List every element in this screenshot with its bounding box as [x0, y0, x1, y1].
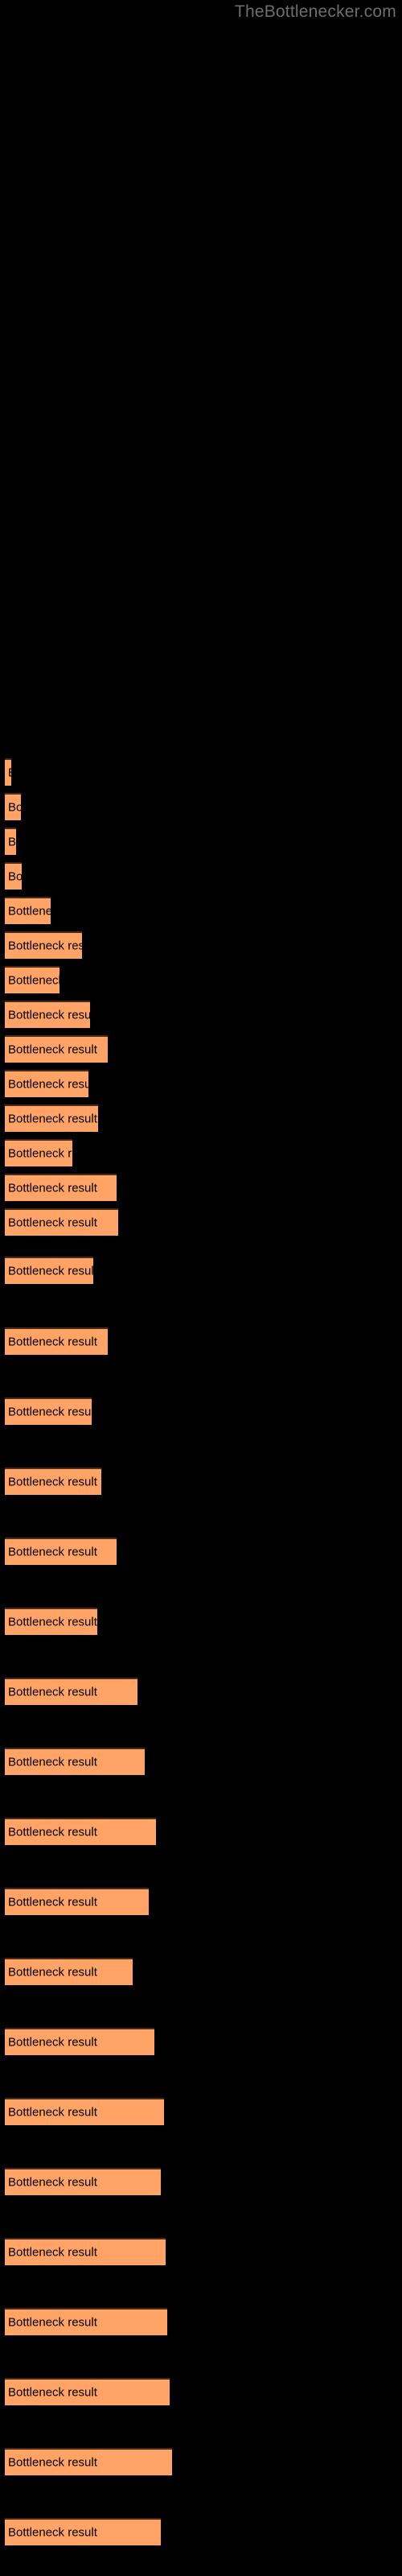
bar-label: Bottleneck result: [8, 1615, 97, 1629]
bar[interactable]: Bottleneck result: [5, 1397, 92, 1425]
bar[interactable]: Bottleneck result: [5, 2518, 161, 2545]
bar[interactable]: Bottleneck result: [5, 793, 21, 820]
bar[interactable]: Bottleneck result: [5, 2308, 167, 2335]
bar[interactable]: Bottleneck result: [5, 897, 51, 924]
bar-label: Bottleneck result: [8, 1335, 97, 1349]
bar-label: Bottleneck result: [8, 2315, 97, 2330]
bar[interactable]: Bottleneck result: [5, 758, 11, 786]
bar-label: Bottleneck result: [8, 2455, 97, 2470]
bar[interactable]: Bottleneck result: [5, 1035, 108, 1063]
bar-label: Bottleneck result: [8, 1181, 97, 1195]
bar-label: Bottleneck result: [8, 2105, 97, 2120]
bar-label: Bottleneck result: [8, 800, 21, 815]
bar[interactable]: Bottleneck result: [5, 1958, 133, 1985]
bar-label: Bottleneck result: [8, 835, 16, 849]
bar[interactable]: Bottleneck result: [5, 2028, 154, 2055]
bar[interactable]: Bottleneck result: [5, 1208, 118, 1236]
bar[interactable]: Bottleneck result: [5, 1888, 149, 1915]
bar[interactable]: Bottleneck result: [5, 1139, 72, 1166]
bar-label: Bottleneck result: [8, 2525, 97, 2540]
bar-label: Bottleneck result: [8, 1008, 90, 1022]
bar[interactable]: Bottleneck result: [5, 2168, 161, 2195]
bar-label: Bottleneck result: [8, 1112, 97, 1126]
bar[interactable]: Bottleneck result: [5, 1538, 117, 1565]
bar-label: Bottleneck result: [8, 1216, 97, 1230]
bar[interactable]: Bottleneck result: [5, 1174, 117, 1201]
bar-label: Bottleneck result: [8, 1264, 93, 1278]
bar[interactable]: Bottleneck result: [5, 862, 22, 890]
bottleneck-chart: TheBottlenecker.com Bottleneck resultBot…: [0, 0, 402, 2576]
bar-label: Bottleneck result: [8, 1545, 97, 1559]
bar[interactable]: Bottleneck result: [5, 2378, 170, 2405]
bar-label: Bottleneck result: [8, 1895, 97, 1909]
bar-label: Bottleneck result: [8, 1042, 97, 1057]
bar[interactable]: Bottleneck result: [5, 1818, 156, 1845]
bar-label: Bottleneck result: [8, 939, 82, 953]
bar[interactable]: Bottleneck result: [5, 1001, 90, 1028]
bar-label: Bottleneck result: [8, 904, 51, 919]
bar-label: Bottleneck result: [8, 1825, 97, 1839]
bar[interactable]: Bottleneck result: [5, 1608, 97, 1635]
bar-label: Bottleneck result: [8, 1146, 72, 1161]
bar-label: Bottleneck result: [8, 2245, 97, 2260]
bar[interactable]: Bottleneck result: [5, 2238, 166, 2265]
bar[interactable]: Bottleneck result: [5, 966, 59, 993]
bar-label: Bottleneck result: [8, 973, 59, 988]
bar-label: Bottleneck result: [8, 1475, 97, 1489]
bar-label: Bottleneck result: [8, 1405, 92, 1419]
bar[interactable]: Bottleneck result: [5, 1678, 137, 1705]
bar-label: Bottleneck result: [8, 2385, 97, 2400]
bar[interactable]: Bottleneck result: [5, 1070, 88, 1097]
bar[interactable]: Bottleneck result: [5, 1257, 93, 1284]
bar-label: Bottleneck result: [8, 2035, 97, 2050]
bar[interactable]: Bottleneck result: [5, 1748, 145, 1775]
bar-label: Bottleneck result: [8, 1755, 97, 1769]
bar[interactable]: Bottleneck result: [5, 1327, 108, 1355]
bar-label: Bottleneck result: [8, 1077, 88, 1092]
bar[interactable]: Bottleneck result: [5, 2098, 164, 2125]
plot-area: Bottleneck result Bottleneck result Bottle…: [0, 0, 402, 2576]
bar-label: Bottleneck result: [8, 1685, 97, 1699]
bar-label: Bottleneck result: [8, 869, 22, 884]
bar[interactable]: Bottleneck result: [5, 828, 16, 855]
bar[interactable]: Bottleneck result: [5, 1104, 98, 1132]
bar-label: Bottleneck result: [8, 1965, 97, 1979]
bar[interactable]: Bottleneck result: [5, 2448, 172, 2475]
bar-label: Bottleneck result: [8, 2175, 97, 2190]
bar[interactable]: Bottleneck result: [5, 1468, 101, 1495]
bar-label: Bottleneck result: [8, 766, 11, 780]
bar[interactable]: Bottleneck result: [5, 931, 82, 959]
